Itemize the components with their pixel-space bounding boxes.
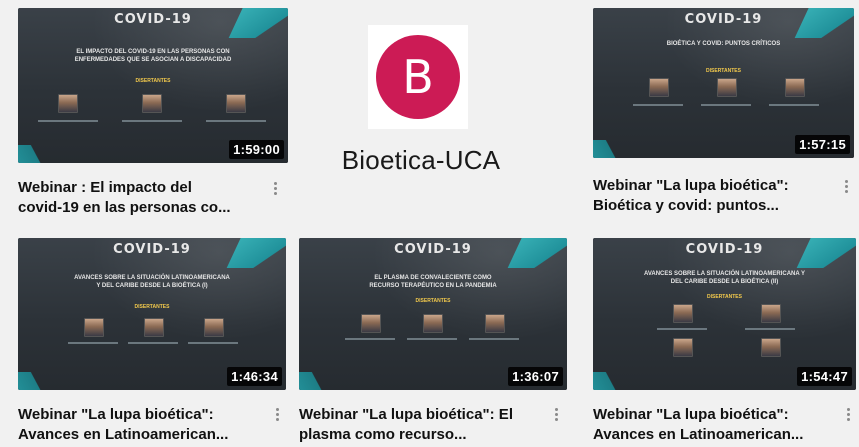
- speaker-photo: [485, 314, 505, 333]
- video-title[interactable]: Webinar "La lupa bioética": Avances en L…: [18, 405, 263, 445]
- video-duration: 1:57:15: [795, 135, 850, 154]
- video-title-line: Webinar "La lupa bioética": El: [299, 406, 513, 423]
- thumbnail-section: DISERTANTES: [415, 298, 451, 304]
- video-card[interactable]: COVID-19 BIOÉTICA Y COVID: PUNTOS CRÍTIC…: [593, 8, 859, 233]
- video-title[interactable]: Webinar : El impacto del covid-19 en las…: [18, 178, 258, 218]
- speaker-photo: [58, 94, 78, 113]
- thumbnail-brand: COVID-19: [114, 12, 192, 27]
- video-duration: 1:54:47: [797, 367, 852, 386]
- speaker-caption: [128, 342, 178, 344]
- speaker-caption: [769, 104, 819, 106]
- video-duration: 1:59:00: [229, 140, 284, 159]
- speaker-caption: [469, 338, 519, 340]
- channel-avatar-frame: B: [368, 25, 468, 129]
- video-title[interactable]: Webinar "La lupa bioética": Avances en L…: [593, 405, 833, 445]
- speaker-photo: [717, 78, 737, 97]
- thumbnail-accent: [593, 140, 645, 158]
- thumbnail-section: DISERTANTES: [706, 68, 741, 74]
- video-title-line: Avances en Latinoamerican...: [593, 426, 804, 443]
- video-card[interactable]: COVID-19 AVANCES SOBRE LA SITUACIÓN LATI…: [18, 238, 293, 447]
- speaker-caption: [206, 120, 266, 122]
- speaker-photo: [761, 304, 781, 323]
- thumbnail-headline: EL IMPACTO DEL COVID-19 EN LAS PERSONAS …: [74, 49, 232, 63]
- thumbnail-headline: EL PLASMA DE CONVALECIENTE COMO RECURSO …: [369, 275, 497, 289]
- more-options-icon[interactable]: [841, 178, 851, 200]
- thumbnail-section: DISERTANTES: [707, 294, 742, 300]
- thumbnail-accent: [299, 372, 351, 390]
- speaker-photo: [84, 318, 104, 337]
- video-duration: 1:46:34: [227, 367, 282, 386]
- thumbnail-accent: [18, 372, 70, 390]
- speaker-caption: [122, 120, 182, 122]
- video-thumbnail[interactable]: COVID-19 AVANCES SOBRE LA SITUACIÓN LATI…: [593, 238, 856, 390]
- video-thumbnail[interactable]: COVID-19 EL IMPACTO DEL COVID-19 EN LAS …: [18, 8, 288, 163]
- speaker-caption: [745, 328, 795, 330]
- speaker-photo: [144, 318, 164, 337]
- speaker-caption: [68, 342, 118, 344]
- video-thumbnail[interactable]: COVID-19 EL PLASMA DE CONVALECIENTE COMO…: [299, 238, 567, 390]
- more-options-icon[interactable]: [551, 406, 561, 428]
- video-title-line: Webinar "La lupa bioética":: [593, 406, 789, 423]
- speaker-photo: [673, 338, 693, 357]
- video-title-line: Webinar : El impacto del: [18, 179, 192, 196]
- video-title-line: Avances en Latinoamerican...: [18, 426, 229, 443]
- speaker-caption: [345, 338, 395, 340]
- speaker-photo: [423, 314, 443, 333]
- thumbnail-accent: [593, 372, 645, 390]
- speaker-photo: [649, 78, 669, 97]
- channel-card[interactable]: B Bioetica-UCA: [313, 25, 543, 195]
- speaker-photo: [761, 338, 781, 357]
- channel-name[interactable]: Bioetica-UCA: [321, 145, 521, 176]
- video-card[interactable]: COVID-19 AVANCES SOBRE LA SITUACIÓN LATI…: [593, 238, 859, 447]
- video-title-line: Bioética y covid: puntos...: [593, 197, 779, 214]
- thumbnail-headline: AVANCES SOBRE LA SITUACIÓN LATINOAMERICA…: [74, 275, 230, 289]
- thumbnail-headline: BIOÉTICA Y COVID: PUNTOS CRÍTICOS: [666, 41, 781, 47]
- video-thumbnail[interactable]: COVID-19 BIOÉTICA Y COVID: PUNTOS CRÍTIC…: [593, 8, 854, 158]
- video-title-line: plasma como recurso...: [299, 426, 467, 443]
- speaker-photo: [226, 94, 246, 113]
- video-title-line: Webinar "La lupa bioética":: [593, 177, 789, 194]
- video-title-line: covid-19 en las personas co...: [18, 199, 231, 216]
- speaker-photo: [673, 304, 693, 323]
- more-options-icon[interactable]: [843, 406, 853, 428]
- speaker-caption: [188, 342, 238, 344]
- thumbnail-brand: COVID-19: [113, 242, 191, 257]
- video-title[interactable]: Webinar "La lupa bioética": Bioética y c…: [593, 176, 825, 216]
- thumbnail-section: DISERTANTES: [134, 304, 170, 310]
- video-card[interactable]: COVID-19 EL PLASMA DE CONVALECIENTE COMO…: [299, 238, 571, 447]
- speaker-caption: [657, 328, 707, 330]
- video-card[interactable]: COVID-19 EL IMPACTO DEL COVID-19 EN LAS …: [18, 8, 293, 233]
- thumbnail-section: DISERTANTES: [135, 78, 171, 84]
- speaker-caption: [701, 104, 751, 106]
- thumbnail-headline: AVANCES SOBRE LA SITUACIÓN LATINOAMERICA…: [643, 271, 806, 285]
- speaker-caption: [633, 104, 683, 106]
- speaker-caption: [38, 120, 98, 122]
- speaker-photo: [204, 318, 224, 337]
- speaker-photo: [785, 78, 805, 97]
- speaker-photo: [361, 314, 381, 333]
- thumbnail-brand: COVID-19: [685, 242, 764, 257]
- speaker-photo: [142, 94, 162, 113]
- thumbnail-accent: [18, 145, 70, 163]
- more-options-icon[interactable]: [272, 406, 282, 428]
- video-thumbnail[interactable]: COVID-19 AVANCES SOBRE LA SITUACIÓN LATI…: [18, 238, 286, 390]
- speaker-caption: [407, 338, 457, 340]
- video-duration: 1:36:07: [508, 367, 563, 386]
- channel-avatar[interactable]: B: [376, 35, 460, 119]
- thumbnail-brand: COVID-19: [684, 12, 763, 27]
- video-title-line: Webinar "La lupa bioética":: [18, 406, 214, 423]
- video-title[interactable]: Webinar "La lupa bioética": El plasma co…: [299, 405, 539, 445]
- thumbnail-brand: COVID-19: [394, 242, 472, 257]
- more-options-icon[interactable]: [270, 180, 280, 202]
